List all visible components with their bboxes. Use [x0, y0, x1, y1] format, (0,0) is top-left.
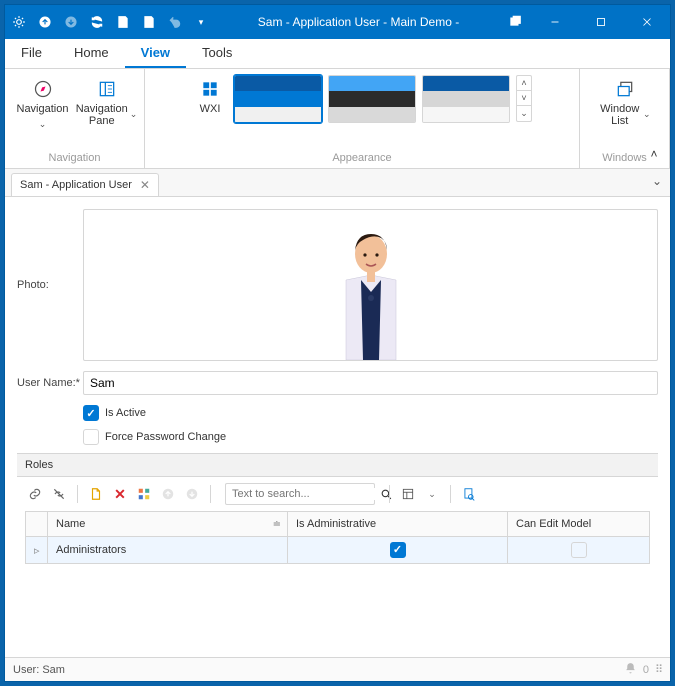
menu-bar: File Home View Tools — [5, 39, 670, 69]
link-button[interactable] — [25, 484, 45, 504]
theme-swatch-blue-dark[interactable] — [328, 75, 416, 123]
photo-label: Photo: — [17, 279, 83, 291]
delete-button[interactable]: ✕ — [110, 484, 130, 504]
close-button[interactable] — [624, 5, 670, 39]
move-down-button[interactable] — [182, 484, 202, 504]
search-icon[interactable] — [380, 488, 393, 501]
cell-can-edit-checkbox[interactable] — [571, 542, 587, 558]
document-tab[interactable]: Sam - Application User ✕ — [11, 173, 159, 196]
restore-variant-icon[interactable] — [508, 14, 522, 31]
cell-is-admin-checkbox[interactable] — [390, 542, 406, 558]
layout-dropdown-button[interactable]: ⌄ — [422, 484, 442, 504]
chevron-down-icon: ⌄ — [643, 110, 651, 120]
navigation-label: Navigation — [17, 103, 69, 115]
group-windows-label: Windows — [602, 152, 647, 164]
theme-swatch-blue-grey[interactable] — [422, 75, 510, 123]
group-navigation-label: Navigation — [49, 152, 101, 164]
menu-tools[interactable]: Tools — [186, 39, 248, 68]
navigation-button[interactable]: Navigation ⌄ — [17, 75, 69, 130]
table-row[interactable]: ▹ Administrators — [26, 537, 649, 563]
photo-field[interactable] — [83, 209, 658, 361]
roles-toolbar: ✕ ⌄ — [17, 477, 658, 511]
preview-button[interactable] — [459, 484, 479, 504]
navigation-pane-button[interactable]: Navigation Pane ⌄ — [81, 75, 133, 130]
row-expand-icon[interactable]: ▹ — [26, 537, 48, 563]
app-gear-icon[interactable] — [11, 14, 27, 30]
pane-icon — [97, 79, 117, 99]
force-password-label: Force Password Change — [105, 431, 226, 443]
minimize-button[interactable] — [532, 5, 578, 39]
move-up-button[interactable] — [158, 484, 178, 504]
notification-count: 0 — [643, 664, 649, 676]
windows-icon — [615, 79, 635, 99]
search-input[interactable] — [226, 488, 380, 500]
upload-icon[interactable] — [37, 14, 53, 30]
titlebar-chevron-down-icon[interactable]: ▾ — [193, 14, 209, 30]
roles-grid: Name≐ Is Administrative Can Edit Model ▹… — [25, 511, 650, 564]
wxi-button[interactable]: WXI — [192, 75, 228, 115]
save-icon[interactable] — [115, 14, 131, 30]
unlink-button[interactable] — [49, 484, 69, 504]
search-box[interactable] — [225, 483, 375, 505]
window-list-label: Window List — [599, 103, 641, 127]
username-input[interactable] — [83, 371, 658, 395]
sort-icon: ≐ — [273, 519, 281, 530]
new-button[interactable] — [86, 484, 106, 504]
close-tab-icon[interactable]: ✕ — [140, 179, 150, 191]
tab-dropdown-icon[interactable]: ⌄ — [652, 174, 662, 188]
column-is-admin[interactable]: Is Administrative — [288, 512, 508, 536]
layout-button[interactable] — [398, 484, 418, 504]
theme-more-button[interactable]: ⌄ — [517, 106, 531, 121]
menu-view[interactable]: View — [125, 39, 186, 68]
theme-up-button[interactable]: ˄ — [517, 76, 531, 91]
menu-home[interactable]: Home — [58, 39, 125, 68]
column-can-edit[interactable]: Can Edit Model — [508, 512, 649, 536]
ribbon: Navigation ⌄ Navigation Pane ⌄ Navigatio… — [5, 69, 670, 169]
roles-section-header: Roles — [17, 453, 658, 477]
save-plus-icon[interactable] — [141, 14, 157, 30]
group-appearance-label: Appearance — [332, 152, 391, 164]
navigation-pane-label: Navigation Pane — [76, 103, 128, 127]
grid-icon — [200, 79, 220, 99]
compass-icon — [33, 79, 53, 99]
collapse-ribbon-button[interactable]: ˄ — [646, 146, 662, 162]
theme-down-button[interactable]: ˅ — [517, 91, 531, 106]
row-handle-header — [26, 512, 48, 536]
status-user-prefix: User: — [13, 664, 39, 676]
undo-icon[interactable] — [167, 14, 183, 30]
title-bar: ▾ Sam - Application User - Main Demo - — [5, 5, 670, 39]
force-password-checkbox[interactable] — [83, 429, 99, 445]
form-area: Photo: User Name:* Is A — [5, 197, 670, 657]
user-photo — [311, 220, 431, 360]
window-list-button[interactable]: Window List ⌄ — [599, 75, 651, 127]
document-tab-strip: Sam - Application User ✕ ⌄ — [5, 169, 670, 197]
apps-button[interactable] — [134, 484, 154, 504]
resize-grip-icon[interactable]: ⠿ — [655, 663, 662, 676]
bell-icon[interactable] — [624, 662, 637, 678]
maximize-button[interactable] — [578, 5, 624, 39]
download-icon[interactable] — [63, 14, 79, 30]
is-active-label: Is Active — [105, 407, 146, 419]
document-tab-label: Sam - Application User — [20, 179, 132, 191]
cell-name: Administrators — [48, 537, 288, 563]
status-user: Sam — [42, 664, 65, 676]
status-bar: User: Sam 0 ⠿ — [5, 657, 670, 681]
chevron-down-icon: ⌄ — [39, 119, 47, 130]
chevron-down-icon: ⌄ — [130, 110, 138, 120]
wxi-label: WXI — [200, 103, 221, 115]
menu-file[interactable]: File — [5, 39, 58, 68]
is-active-checkbox[interactable] — [83, 405, 99, 421]
column-name[interactable]: Name≐ — [48, 512, 288, 536]
window-title: Sam - Application User - Main Demo - — [209, 15, 508, 29]
refresh-icon[interactable] — [89, 14, 105, 30]
theme-swatch-blue-white[interactable] — [234, 75, 322, 123]
username-label: User Name:* — [17, 377, 83, 389]
